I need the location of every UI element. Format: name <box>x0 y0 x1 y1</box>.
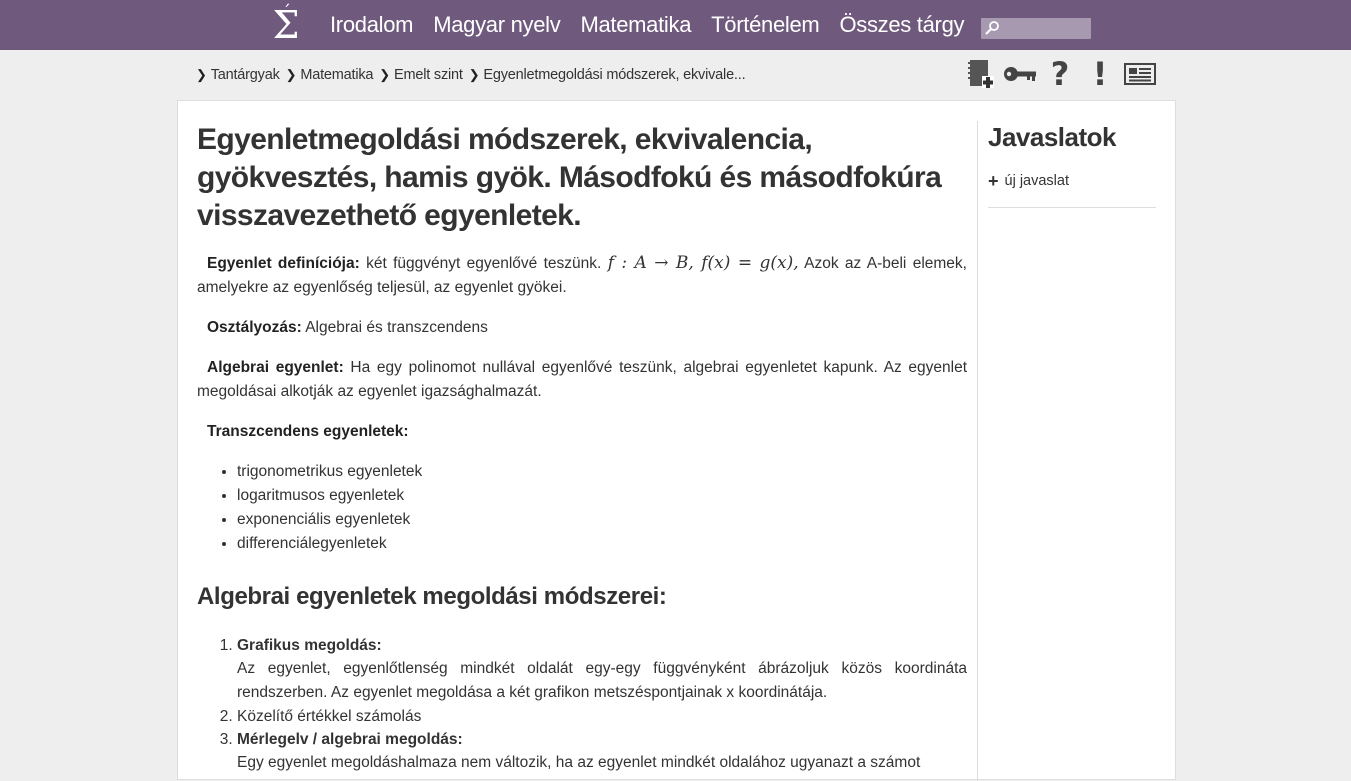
breadcrumb: ❯ Tantárgyak ❯ Matematika ❯ Emelt szint … <box>196 63 751 87</box>
suggestions-sidebar: Javaslatok + új javaslat <box>988 121 1156 208</box>
list-item: trigonometrikus egyenletek <box>237 460 967 484</box>
method-title: Mérlegelv / algebrai megoldás: <box>237 731 463 748</box>
nav-link-tortenelem[interactable]: Történelem <box>711 12 820 38</box>
method-title: Grafikus megoldás: <box>237 637 382 654</box>
breadcrumb-tantargyak[interactable]: Tantárgyak <box>211 67 280 83</box>
methods-list: Grafikus megoldás: Az egyenlet, egyenlőt… <box>237 634 967 775</box>
nav-link-magyar-nyelv[interactable]: Magyar nyelv <box>433 12 561 38</box>
definition-text-a: két függvényt egyenlővé teszünk. <box>359 255 608 272</box>
sidebar-divider <box>988 207 1156 208</box>
help-icon[interactable]: ? <box>1040 55 1080 93</box>
key-icon[interactable] <box>1000 56 1040 92</box>
method-desc: Az egyenlet, egyenlőtlenség mindkét olda… <box>237 660 967 701</box>
definition-paragraph: Egyenlet definíciója: két függvényt egye… <box>197 251 967 300</box>
list-item: differenciálegyenletek <box>237 532 967 556</box>
list-item: exponenciális egyenletek <box>237 508 967 532</box>
sidebar-heading: Javaslatok <box>988 122 1116 152</box>
breadcrumb-matematika[interactable]: Matematika <box>300 67 373 83</box>
method-desc: Egy egyenlet megoldáshalmaza nem változi… <box>237 754 921 771</box>
method-item: Grafikus megoldás: Az egyenlet, egyenlőt… <box>237 634 967 705</box>
exclamation-icon[interactable]: ! <box>1080 55 1120 93</box>
breadcrumb-separator: ❯ <box>379 67 390 82</box>
transcendent-label: Transzcendens egyenletek: <box>207 423 409 440</box>
sigma-logo-icon[interactable]: Σ ´ <box>270 2 302 46</box>
page-title: Egyenletmegoldási módszerek, ekvivalenci… <box>197 123 942 232</box>
logo-accent: ´ <box>282 2 291 23</box>
methods-heading: Algebrai egyenletek megoldási módszerei: <box>197 583 667 610</box>
search-input[interactable] <box>1001 18 1089 39</box>
nav-link-osszes-targy[interactable]: Összes tárgy <box>839 12 964 38</box>
nav-link-irodalom[interactable]: Irodalom <box>330 12 414 38</box>
content-card: Egyenletmegoldási módszerek, ekvivalenci… <box>177 100 1176 781</box>
classification-paragraph: Osztályozás: Algebrai és transzcendens <box>197 316 967 340</box>
method-title: Közelítő értékkel számolás <box>237 708 422 725</box>
nav-link-matematika[interactable]: Matematika <box>580 12 691 38</box>
breadcrumb-separator: ❯ <box>285 67 297 82</box>
plus-icon: + <box>988 171 999 191</box>
breadcrumb-separator: ❯ <box>196 67 207 82</box>
notebook-add-icon[interactable] <box>960 56 1000 92</box>
breadcrumb-separator: ❯ <box>468 67 480 82</box>
breadcrumb-current[interactable]: Egyenletmegoldási módszerek, ekvivale... <box>483 67 745 83</box>
page-toolbar: ? ! <box>960 55 1160 93</box>
news-icon[interactable] <box>1120 56 1160 92</box>
definition-formula: f : A → B, f(x) = g(x), <box>607 253 799 273</box>
method-item: Közelítő értékkel számolás <box>237 705 967 728</box>
algebraic-paragraph: Algebrai egyenlet: Ha egy polinomot null… <box>197 356 967 404</box>
classification-text: Algebrai és transzcendens <box>301 319 488 336</box>
subject-nav: Irodalom Magyar nyelv Matematika Történe… <box>320 0 974 50</box>
transcendent-list: trigonometrikus egyenletek logaritmusos … <box>237 460 967 556</box>
method-item: Mérlegelv / algebrai megoldás: Egy egyen… <box>237 728 967 775</box>
new-suggestion-button[interactable]: + új javaslat <box>988 171 1156 191</box>
search-icon <box>985 21 999 35</box>
new-suggestion-label: új javaslat <box>1004 173 1069 189</box>
transcendent-paragraph: Transzcendens egyenletek: <box>197 420 967 444</box>
definition-label: Egyenlet definíciója: <box>207 255 360 272</box>
article: Egyenletmegoldási módszerek, ekvivalenci… <box>197 121 967 775</box>
column-divider <box>977 121 978 781</box>
classification-label: Osztályozás: <box>207 319 302 336</box>
search-box <box>981 18 1091 39</box>
top-navbar: Σ ´ Irodalom Magyar nyelv Matematika Tör… <box>0 0 1351 50</box>
list-item: logaritmusos egyenletek <box>237 484 967 508</box>
breadcrumb-emelt-szint[interactable]: Emelt szint <box>394 67 463 83</box>
algebraic-label: Algebrai egyenlet: <box>207 359 344 376</box>
